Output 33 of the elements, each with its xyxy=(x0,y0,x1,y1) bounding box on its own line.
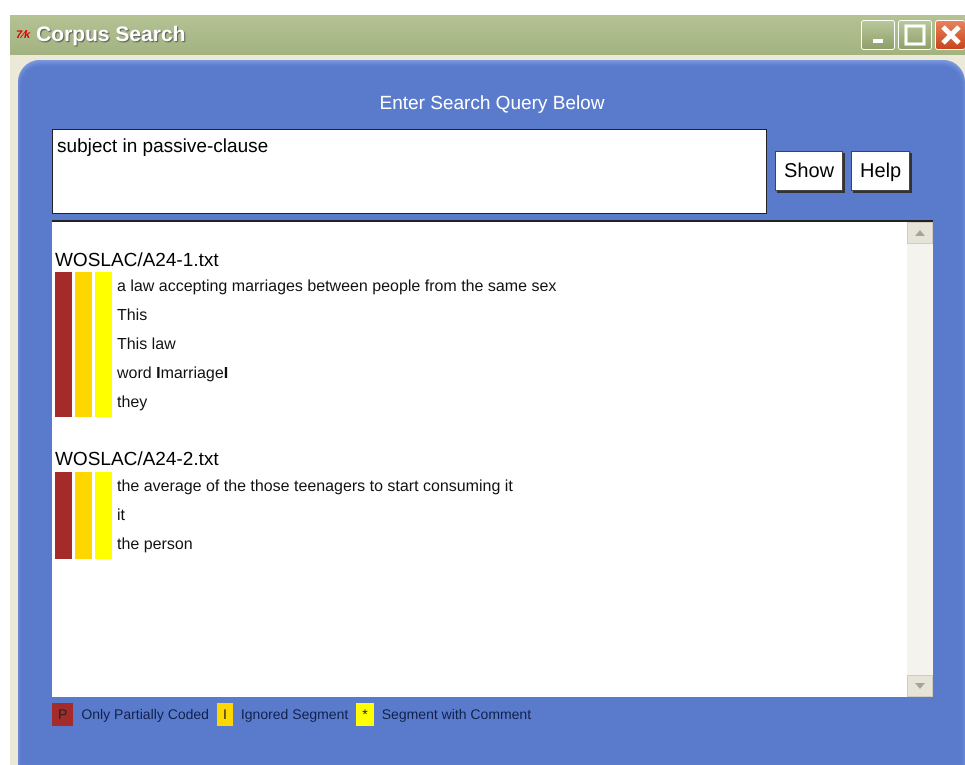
scroll-down-button[interactable] xyxy=(907,674,933,696)
minimize-icon xyxy=(873,39,883,43)
up-arrow-icon xyxy=(915,230,925,236)
legend-swatch: P xyxy=(52,702,74,726)
legend-swatch: I xyxy=(216,702,233,726)
legend-label: Segment with Comment xyxy=(382,704,532,724)
segment-text: This law xyxy=(117,335,177,356)
file-name: WOSLAC/A24-2.txt xyxy=(55,449,220,472)
window-title: Corpus Search xyxy=(36,22,186,48)
segment-text: the person xyxy=(117,535,194,556)
down-arrow-icon xyxy=(915,682,925,688)
file-name: WOSLAC/A24-1.txt xyxy=(55,250,220,272)
close-icon xyxy=(940,24,962,46)
segment-text: a law accepting marriages between people from the same sex xyxy=(117,277,556,298)
action-button[interactable]: Show xyxy=(775,151,844,191)
segment-text: they xyxy=(117,393,148,414)
legend-swatch: * xyxy=(356,702,374,726)
segment-text: This xyxy=(117,306,148,326)
maximize-icon xyxy=(904,24,926,46)
legend-label: Ignored Segment xyxy=(240,704,348,724)
segment-text: it xyxy=(117,506,126,526)
prompt-label: Enter Search Query Below xyxy=(378,92,606,116)
query-field[interactable]: subject in passive-clause xyxy=(52,128,767,214)
scroll-up-button[interactable] xyxy=(907,222,933,244)
maximize-button[interactable] xyxy=(898,20,932,50)
scrollbar[interactable] xyxy=(907,222,933,696)
app-icon: 7⁄k xyxy=(16,26,30,44)
close-button[interactable] xyxy=(935,20,965,50)
minimize-button[interactable] xyxy=(861,20,895,50)
action-button[interactable]: Help xyxy=(851,151,910,191)
legend-label: Only Partially Coded xyxy=(81,704,209,724)
segment-text: the average of the those teenagers to start consuming it xyxy=(117,477,513,498)
segment-text: word ImarriageI xyxy=(117,364,230,384)
